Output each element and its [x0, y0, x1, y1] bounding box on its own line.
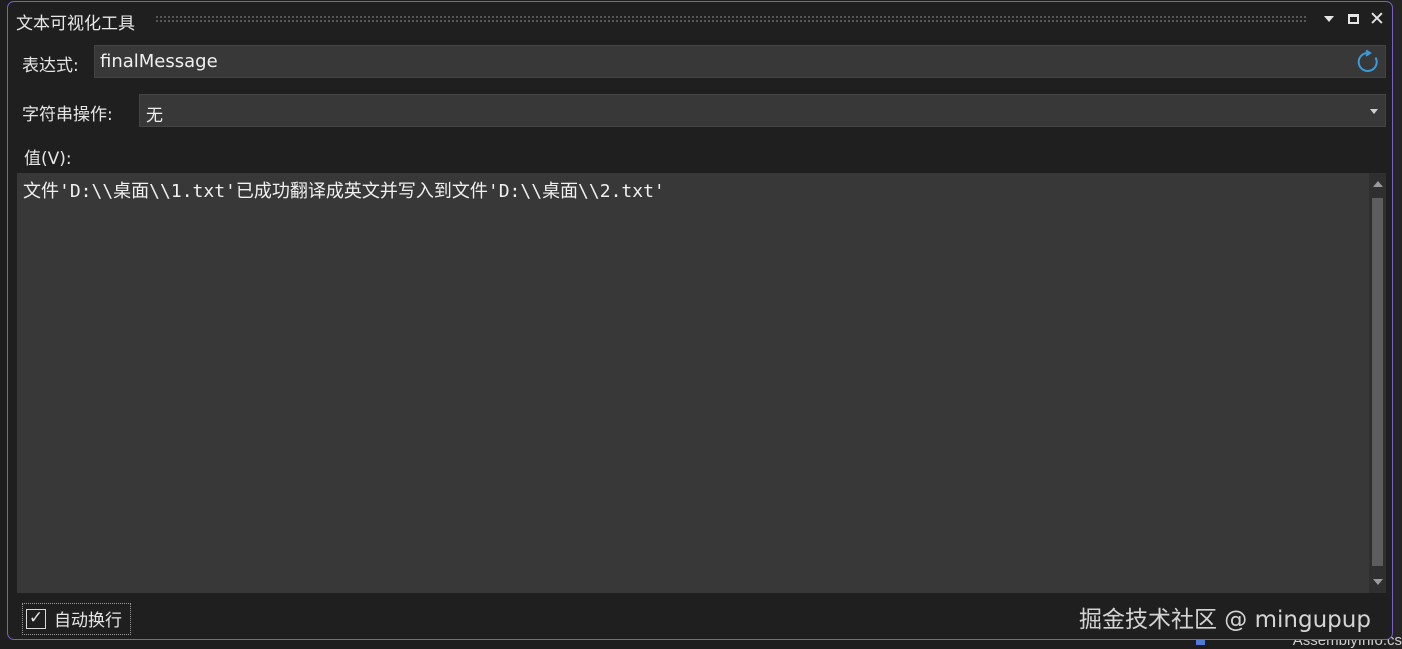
word-wrap-checkbox[interactable]: ✓ 自动换行: [26, 606, 122, 631]
expression-input[interactable]: [100, 46, 1340, 77]
title-bar[interactable]: 文本可视化工具 ✕: [8, 2, 1392, 36]
string-ops-selected: 无: [146, 106, 163, 126]
maximize-button[interactable]: [1342, 8, 1364, 30]
scroll-thumb[interactable]: [1372, 198, 1383, 566]
checkbox-box[interactable]: ✓: [26, 608, 46, 629]
close-icon: ✕: [1369, 8, 1385, 30]
refresh-icon[interactable]: [1355, 49, 1381, 75]
value-textbox[interactable]: 文件'D:\\桌面\\1.txt'已成功翻译成英文并写入到文件'D:\\桌面\\…: [17, 173, 1386, 593]
string-ops-dropdown[interactable]: 无: [139, 94, 1386, 127]
maximize-icon: [1347, 14, 1359, 24]
scroll-up-icon[interactable]: [1373, 181, 1383, 187]
chevron-down-icon: [1324, 16, 1334, 22]
watermark: 掘金技术社区 @ mingupup: [1079, 607, 1371, 633]
window-title: 文本可视化工具: [16, 14, 135, 34]
text-visualizer-window: 文本可视化工具 ✕ 表达式: 字符串操作: 无 值(V): 文件'D:\\桌面\…: [7, 1, 1393, 640]
vertical-scrollbar[interactable]: [1369, 173, 1386, 593]
expression-field[interactable]: [94, 45, 1386, 78]
value-text: 文件'D:\\桌面\\1.txt'已成功翻译成英文并写入到文件'D:\\桌面\\…: [23, 181, 665, 202]
word-wrap-label: 自动换行: [54, 611, 122, 631]
dropdown-arrow-icon: [1370, 109, 1378, 114]
title-grip: [155, 15, 1307, 23]
checkmark-icon: ✓: [28, 608, 44, 628]
value-label: 值(V):: [24, 149, 72, 169]
scroll-down-icon[interactable]: [1373, 579, 1383, 585]
window-menu-button[interactable]: [1318, 8, 1340, 30]
expression-label: 表达式:: [22, 56, 79, 76]
string-ops-label: 字符串操作:: [22, 105, 113, 125]
close-button[interactable]: ✕: [1366, 8, 1388, 30]
